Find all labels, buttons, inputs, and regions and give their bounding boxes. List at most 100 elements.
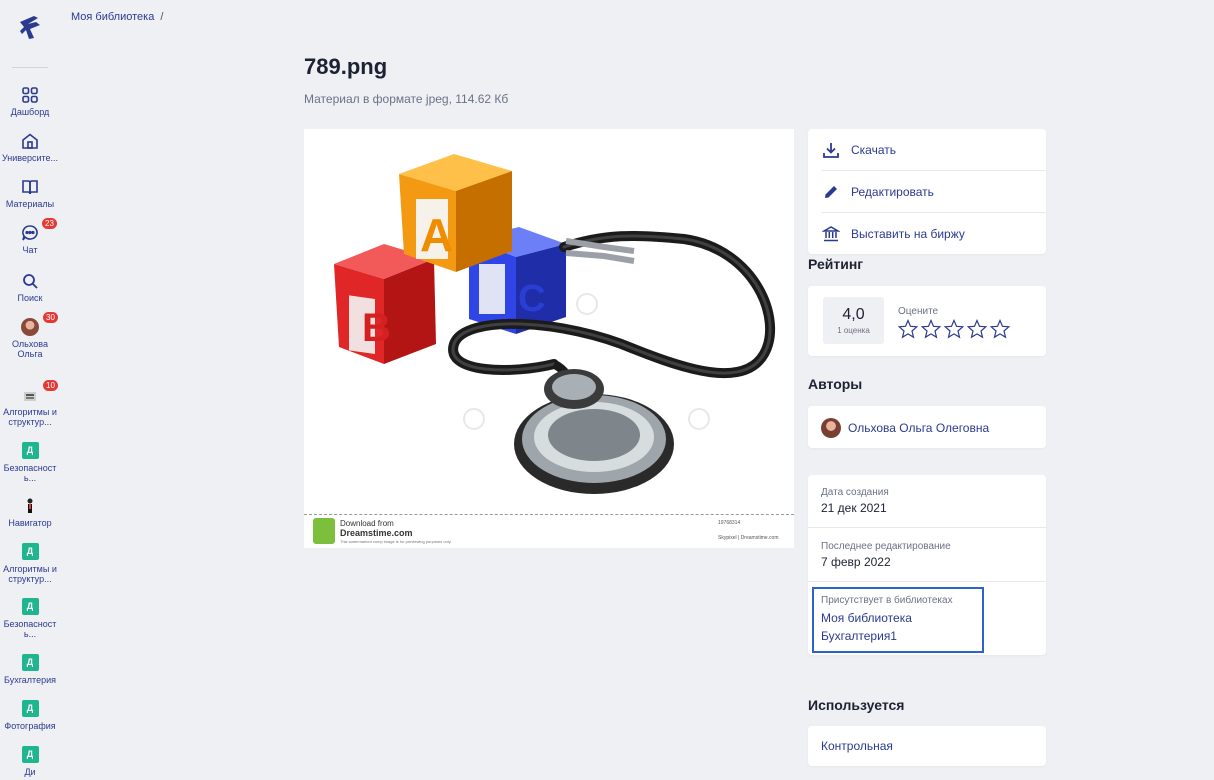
d-square-icon: Д <box>21 746 39 764</box>
sidebar-item-label: Дашборд <box>10 107 50 117</box>
sidebar-item-label: Ди <box>24 767 36 777</box>
chat-icon: 23 <box>21 218 57 242</box>
sidebar-item-chat[interactable]: 23 Чат <box>0 218 60 255</box>
sidebar-item-algorithms-1[interactable]: 10 Алгоритмы и структур... <box>0 380 60 427</box>
used-link[interactable]: Контрольная <box>821 739 893 753</box>
chat-badge: 23 <box>42 218 57 229</box>
star-icon[interactable] <box>944 319 964 339</box>
rating-heading: Рейтинг <box>808 256 864 272</box>
file-info: Материал в формате jpeg, 114.62 Кб <box>304 92 509 106</box>
exchange-button[interactable]: Выставить на биржу <box>808 213 1046 254</box>
book-icon <box>21 178 39 196</box>
sidebar: Дашборд Университе... Материалы 23 Чат П… <box>0 0 60 780</box>
sidebar-item-security-2[interactable]: Д Безопасност ь... <box>0 598 60 639</box>
strip-text: Download from <box>340 519 394 528</box>
star-icon[interactable] <box>898 319 918 339</box>
search-icon <box>21 272 39 290</box>
download-label: Скачать <box>851 142 896 157</box>
sidebar-item-label: Поиск <box>17 293 43 303</box>
edit-label: Редактировать <box>851 184 934 199</box>
rate-label: Оцените <box>898 306 939 317</box>
star-icon[interactable] <box>921 319 941 339</box>
edit-button[interactable]: Редактировать <box>808 171 1046 212</box>
group-badge: 10 <box>43 380 58 391</box>
blocks-stethoscope-illustration: B C A <box>334 154 776 494</box>
rating-summary: 4,0 1 оценка <box>823 297 884 344</box>
star-icon[interactable] <box>967 319 987 339</box>
created-label: Дата создания <box>821 487 889 498</box>
exchange-label: Выставить на биржу <box>851 226 965 241</box>
breadcrumb: Моя библиотека / <box>71 11 163 23</box>
d-square-icon: Д <box>21 442 39 460</box>
svg-text:C: C <box>518 278 545 320</box>
sidebar-item-algorithms-2[interactable]: Д Алгоритмы и структур... <box>0 543 60 584</box>
home-icon <box>21 132 39 150</box>
edited-label: Последнее редактирование <box>821 541 951 552</box>
sidebar-item-label: Материалы <box>5 199 55 209</box>
sidebar-item-di[interactable]: Д Ди <box>0 746 60 777</box>
dreamstime-logo <box>313 518 335 544</box>
watermark-strip: Download from Dreamstime.com This waterm… <box>304 514 794 548</box>
grid-icon <box>21 86 39 104</box>
svg-text:B: B <box>362 306 391 350</box>
star-icon[interactable] <box>990 319 1010 339</box>
bank-icon <box>822 225 840 243</box>
star-rating-input[interactable] <box>898 319 1010 339</box>
sidebar-item-label: Алгоритмы и структур... <box>3 564 57 584</box>
created-value: 21 дек 2021 <box>821 501 887 515</box>
avatar <box>821 418 841 438</box>
d-square-icon: Д <box>21 654 39 672</box>
download-button[interactable]: Скачать <box>808 129 1046 170</box>
svg-text:A: A <box>420 209 453 261</box>
sidebar-item-label: Навигатор <box>8 518 52 528</box>
libraries-label: Присутствует в библиотеках <box>821 595 953 606</box>
library-link[interactable]: Бухгалтерия1 <box>821 627 1046 645</box>
authors-heading: Авторы <box>808 376 863 392</box>
pencil-icon <box>822 183 840 201</box>
sidebar-item-university[interactable]: Университе... <box>0 132 60 163</box>
authors-card: Ольхова Ольга Олеговна <box>808 406 1046 448</box>
strip-id: 19768314 <box>718 520 741 526</box>
meta-card: Дата создания 21 дек 2021 Последнее реда… <box>808 475 1046 655</box>
strip-credit: Skypixel | Dreamstime.com <box>718 535 779 541</box>
author-link[interactable]: Ольхова Ольга Олеговна <box>821 418 989 438</box>
breadcrumb-link[interactable]: Моя библиотека <box>71 11 154 23</box>
edited-value: 7 февр 2022 <box>821 555 891 569</box>
sidebar-item-photography[interactable]: Д Фотография <box>0 700 60 731</box>
rating-card: 4,0 1 оценка Оцените <box>808 286 1046 356</box>
sidebar-item-label: Безопасност ь... <box>3 463 57 483</box>
sidebar-divider <box>12 67 48 68</box>
strip-text: This watermarked comp image is for previ… <box>340 539 452 544</box>
rating-value: 4,0 <box>842 306 865 323</box>
created-row: Дата создания 21 дек 2021 <box>808 487 1046 515</box>
sidebar-item-label: Бухгалтерия <box>4 675 56 685</box>
sidebar-item-profile[interactable]: 30 Ольхова Ольга <box>0 312 60 359</box>
d-square-icon: Д <box>21 598 39 616</box>
profile-badge: 30 <box>43 312 58 323</box>
used-card: Контрольная <box>808 726 1046 766</box>
used-heading: Используется <box>808 697 905 713</box>
actions-card: Скачать Редактировать Выставить на биржу <box>808 129 1046 254</box>
logo-icon[interactable] <box>14 12 46 44</box>
material-preview-image[interactable]: B C A Download from Dreamstime.com This … <box>304 129 794 548</box>
sidebar-item-accounting[interactable]: Д Бухгалтерия <box>0 654 60 685</box>
navigator-avatar-icon <box>21 497 39 515</box>
library-link[interactable]: Моя библиотека <box>821 609 1046 627</box>
sidebar-item-navigator[interactable]: Навигатор <box>0 497 60 528</box>
sidebar-item-label: Безопасност ь... <box>3 619 57 639</box>
author-name: Ольхова Ольга Олеговна <box>848 421 990 435</box>
d-square-icon: Д <box>21 700 39 718</box>
sidebar-item-materials[interactable]: Материалы <box>0 178 60 209</box>
sidebar-item-search[interactable]: Поиск <box>0 272 60 303</box>
breadcrumb-separator: / <box>160 11 164 23</box>
sidebar-item-label: Фотография <box>4 721 56 731</box>
edited-row: Последнее редактирование 7 февр 2022 <box>808 541 1046 569</box>
avatar: 30 <box>21 312 58 336</box>
sidebar-item-label: Алгоритмы и структур... <box>3 407 57 427</box>
sidebar-item-label: Университе... <box>1 153 59 163</box>
group-avatar-icon: 10 <box>21 380 58 404</box>
sidebar-item-security-1[interactable]: Д Безопасност ь... <box>0 442 60 483</box>
sidebar-item-label: Ольхова Ольга <box>12 339 48 359</box>
d-square-icon: Д <box>21 543 39 561</box>
sidebar-item-dashboard[interactable]: Дашборд <box>0 86 60 117</box>
